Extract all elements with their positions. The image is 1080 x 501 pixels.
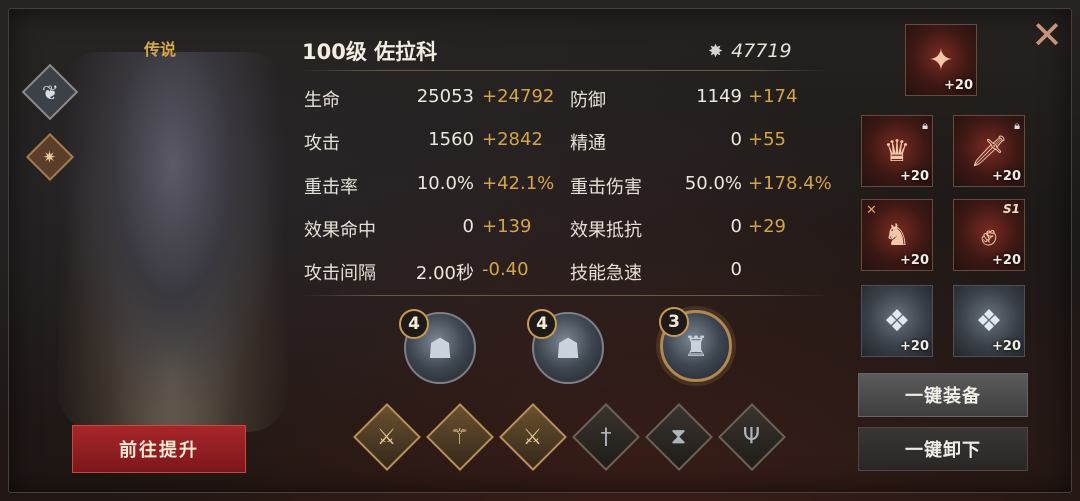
- equip-level: +20: [992, 169, 1021, 184]
- sword-icon: ⚔: [377, 424, 397, 450]
- stat-bonus: +174: [748, 86, 798, 107]
- stat-label: 精通: [570, 133, 606, 154]
- stat-base: 1560: [428, 129, 474, 150]
- dagger-icon: †: [600, 424, 612, 450]
- hourglass-icon: ⧗: [671, 424, 687, 450]
- unequip-all-button[interactable]: 一键卸下: [858, 427, 1028, 471]
- hero-title: 100级 佐拉科: [302, 40, 438, 64]
- skill-count-badge: 4: [399, 309, 429, 339]
- stat-base: 2.00秒: [415, 263, 474, 284]
- equip-slot-armor[interactable]: ♛ 🔒︎ +20: [861, 115, 933, 187]
- stat-base: 10.0%: [416, 173, 474, 194]
- stat-base: 0: [462, 216, 474, 237]
- staff-icon: ⚚: [450, 424, 470, 450]
- hero-portrait: [58, 52, 288, 432]
- stat-bonus: +55: [748, 129, 786, 150]
- power-value: 47719: [731, 40, 792, 62]
- set-icon: ✕: [866, 203, 877, 218]
- equip-level: +20: [900, 169, 929, 184]
- stat-label: 生命: [304, 90, 340, 111]
- tier-badge: S1: [1003, 202, 1020, 216]
- equip-all-button[interactable]: 一键装备: [858, 373, 1028, 417]
- equip-level: +20: [900, 253, 929, 268]
- equip-slot-weapon[interactable]: 🗡︎ 🔒︎ +20: [953, 115, 1025, 187]
- stat-bonus: +29: [748, 216, 786, 237]
- rarity-label: 传说: [143, 40, 176, 59]
- stat-base: 50.0%: [684, 173, 742, 194]
- skill-count-badge: 4: [527, 309, 557, 339]
- stat-bonus: +139: [482, 216, 532, 237]
- lock-icon: 🔒︎: [922, 119, 928, 132]
- equip-slot-crystal-2[interactable]: ❖ +20: [953, 285, 1025, 357]
- equip-slot-gauntlet[interactable]: ✊︎ S1 +20: [953, 199, 1025, 271]
- claw-icon: ❦: [41, 79, 59, 104]
- close-icon: ✕: [1031, 13, 1063, 57]
- power-display: ✸ 47719: [708, 38, 792, 64]
- stat-bonus: +42.1%: [482, 173, 555, 194]
- stat-label: 防御: [570, 90, 606, 111]
- stat-base: 0: [730, 216, 742, 237]
- equip-level: +20: [992, 253, 1021, 268]
- lock-icon: 🔒︎: [1014, 119, 1020, 132]
- upgrade-button[interactable]: 前往提升: [72, 425, 246, 473]
- star-emblem-icon: ✷: [43, 147, 57, 167]
- stat-base: 25053: [416, 86, 474, 107]
- stat-bonus: +178.4%: [748, 173, 832, 194]
- stat-bonus: +24792: [482, 86, 555, 107]
- stat-base: 1149: [696, 86, 742, 107]
- skill-count-badge: 3: [659, 307, 689, 337]
- stat-label: 重击率: [304, 177, 358, 198]
- trident-icon: Ψ: [743, 424, 761, 450]
- equip-level: +20: [992, 339, 1021, 354]
- power-icon: ✸: [708, 40, 724, 62]
- sword-icon: ⚔: [523, 424, 543, 450]
- equip-level: +20: [944, 78, 973, 93]
- equip-slot-crystal-1[interactable]: ❖ +20: [861, 285, 933, 357]
- equip-slot-chest[interactable]: ♞ ✕ +20: [861, 199, 933, 271]
- divider-mid: [300, 295, 830, 296]
- close-button[interactable]: ✕: [1024, 12, 1070, 58]
- stat-bonus: +2842: [482, 129, 543, 150]
- divider-top: [300, 70, 830, 71]
- equip-slot-talisman[interactable]: ✦ +20: [905, 24, 977, 96]
- stat-base: 0: [730, 259, 742, 280]
- hero-detail-screen: 传说 ❦ ✷ 前往提升 100级 佐拉科 ✸ 47719 生命 25053 +2…: [0, 0, 1080, 501]
- stat-base: 0: [730, 129, 742, 150]
- stat-bonus: -0.40: [482, 259, 529, 280]
- equip-level: +20: [900, 339, 929, 354]
- stat-label: 攻击: [304, 133, 340, 154]
